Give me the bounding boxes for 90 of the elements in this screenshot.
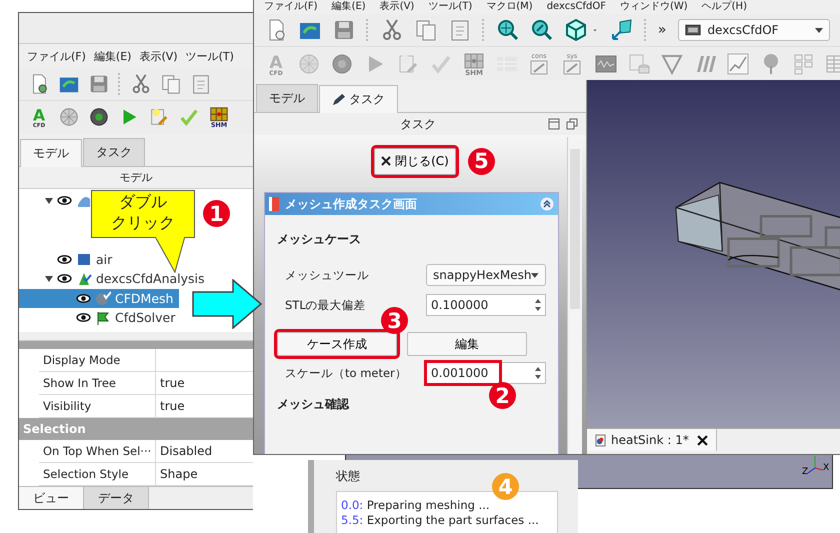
action-button[interactable]: ケース作成	[277, 332, 397, 356]
menu-item[interactable]: マクロ(M)	[486, 0, 533, 14]
copy-icon[interactable]	[414, 18, 438, 42]
eye-icon[interactable]	[57, 254, 72, 265]
eye-icon[interactable]	[76, 312, 91, 324]
magnifier-icon[interactable]	[496, 18, 520, 42]
property-value: Shape	[160, 466, 198, 481]
property-value: true	[160, 376, 185, 390]
overflow-button[interactable]: »	[658, 22, 666, 38]
menu-item[interactable]: ツール(T)	[186, 49, 234, 64]
property-value: true	[160, 398, 185, 413]
cube-icon	[76, 251, 92, 268]
document-icon	[595, 434, 606, 446]
caret-icon	[531, 272, 539, 278]
property-name: Selection Style	[39, 462, 156, 485]
property-name: Show In Tree	[39, 372, 156, 394]
workbench-dropdown[interactable]: dexcsCfdOF	[678, 19, 830, 41]
task-panel-title: メッシュ作成タスク画面	[285, 196, 418, 212]
field-label: メッシュツール	[285, 268, 370, 282]
action-button[interactable]: 編集	[407, 332, 527, 356]
magnifier-arrow-icon[interactable]	[530, 18, 554, 42]
plane-arrow-icon[interactable]	[610, 18, 634, 42]
number-value: 0.001000	[427, 363, 499, 383]
menu-item[interactable]: dexcsCfdOF	[546, 0, 606, 14]
clipboard-icon[interactable]	[190, 73, 212, 96]
panel-tab[interactable]: モデル	[20, 139, 82, 168]
eye-icon[interactable]	[57, 273, 72, 284]
step-number: 5	[468, 148, 495, 174]
property-name: On Top When Sel···	[39, 440, 156, 462]
menu-item[interactable]: 編集(E)	[94, 49, 132, 64]
collapse-icon[interactable]	[540, 197, 554, 211]
menu-item[interactable]: ツール(T)	[428, 0, 472, 14]
log-line: 0.0: Preparing meshing ...	[341, 498, 491, 513]
step-number: 4	[492, 473, 519, 500]
flag-icon	[95, 310, 111, 326]
tree-item[interactable]: CfdSolver	[19, 308, 182, 328]
dock-icon[interactable]	[548, 118, 560, 130]
app-logo-icon	[269, 197, 279, 211]
spin-box[interactable]: 0.001000	[426, 362, 546, 384]
scrollbar[interactable]	[567, 137, 582, 454]
field-label: スケール（to meter）	[285, 366, 408, 380]
group-heading: Selection	[19, 418, 253, 440]
dark-sphere-icon[interactable]	[88, 106, 110, 128]
view-tab[interactable]: ビュー	[19, 486, 84, 509]
panel-title: タスク	[399, 116, 437, 132]
undock-icon[interactable]	[566, 118, 578, 130]
section-heading: メッシュケース	[277, 231, 361, 248]
property-name: Visibility	[39, 394, 156, 417]
workbench-icon	[685, 24, 702, 36]
sphere-mesh-icon[interactable]	[58, 106, 80, 128]
property-value: Disabled	[160, 444, 212, 458]
number-value: 0.100000	[430, 297, 490, 314]
menu-item[interactable]: ファイル(F)	[27, 49, 86, 64]
panel-tab[interactable]: タスク	[319, 85, 398, 113]
close-icon	[381, 156, 392, 166]
spin-box[interactable]: 0.100000	[426, 294, 546, 316]
field-label: STLの最大偏差	[285, 298, 367, 312]
menu-item[interactable]: 表示(V)	[380, 0, 414, 14]
panel-tab[interactable]: モデル	[256, 84, 318, 112]
view-tab[interactable]: データ	[84, 486, 149, 509]
document-title: heatSink : 1*	[611, 433, 689, 447]
menu-item[interactable]: ウィンドウ(W)	[620, 0, 688, 14]
section-heading: メッシュ確認	[277, 396, 349, 413]
close-icon[interactable]	[696, 434, 708, 446]
tree-item[interactable]: dexcsCfdAnalysis	[19, 269, 211, 289]
tree-item[interactable]: air	[19, 250, 118, 270]
scissors-icon[interactable]	[130, 73, 152, 96]
analysis-icon	[76, 270, 92, 287]
log-line: 5.5: Exporting the part surfaces ...	[341, 513, 540, 528]
pencil-icon	[332, 93, 345, 106]
menu-item[interactable]: ファイル(F)	[264, 0, 318, 14]
step-number: 2	[489, 382, 516, 409]
step-number: 3	[381, 307, 408, 334]
mesh-check-icon	[95, 290, 111, 306]
menu-item[interactable]: 表示(V)	[139, 49, 178, 64]
document-tab[interactable]: heatSink : 1*	[587, 429, 717, 451]
cube-icon[interactable]	[564, 18, 588, 42]
tree-item[interactable]: CFDMesh	[19, 288, 180, 308]
eye-icon[interactable]	[76, 292, 91, 304]
menu-item[interactable]: ヘルプ(H)	[702, 0, 747, 14]
expand-arrow-icon[interactable]	[45, 196, 53, 205]
status-heading: 状態	[336, 468, 360, 485]
expand-arrow-icon[interactable]	[45, 274, 53, 283]
panel-tab[interactable]: タスク	[83, 138, 145, 166]
eye-icon[interactable]	[57, 195, 72, 206]
caret-icon	[815, 28, 823, 32]
mesh-tool-dropdown[interactable]: snappyHexMesh	[426, 264, 546, 286]
property-name: Display Mode	[39, 348, 156, 371]
copy-icon[interactable]	[160, 73, 182, 96]
menu-item[interactable]: 編集(E)	[332, 0, 366, 14]
